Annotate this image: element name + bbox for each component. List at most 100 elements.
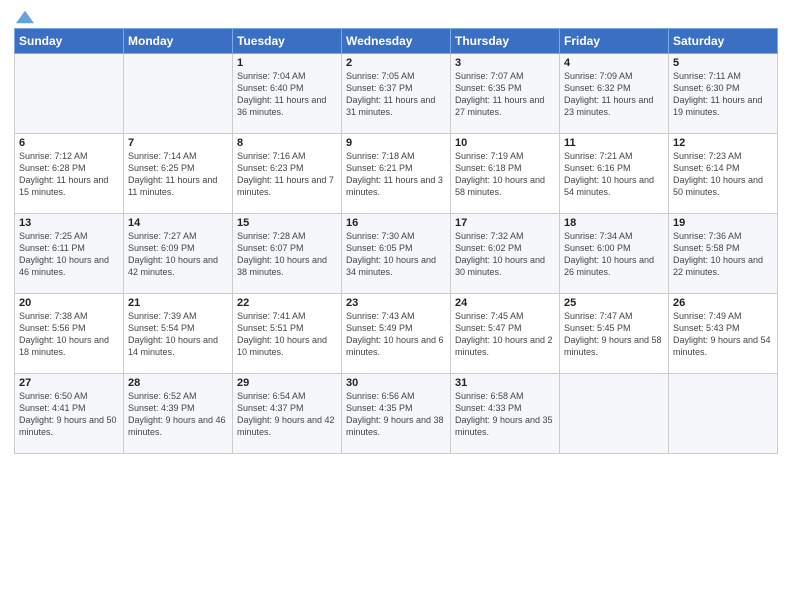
day-info: Sunrise: 7:34 AM Sunset: 6:00 PM Dayligh… xyxy=(564,230,664,279)
calendar-cell: 15Sunrise: 7:28 AM Sunset: 6:07 PM Dayli… xyxy=(233,214,342,294)
day-number: 5 xyxy=(673,57,773,69)
day-number: 24 xyxy=(455,297,555,309)
day-number: 23 xyxy=(346,297,446,309)
day-number: 31 xyxy=(455,377,555,389)
calendar-week-row: 20Sunrise: 7:38 AM Sunset: 5:56 PM Dayli… xyxy=(15,294,778,374)
calendar-cell: 13Sunrise: 7:25 AM Sunset: 6:11 PM Dayli… xyxy=(15,214,124,294)
calendar-cell: 7Sunrise: 7:14 AM Sunset: 6:25 PM Daylig… xyxy=(124,134,233,214)
day-number: 27 xyxy=(19,377,119,389)
calendar-cell: 4Sunrise: 7:09 AM Sunset: 6:32 PM Daylig… xyxy=(560,54,669,134)
day-info: Sunrise: 7:19 AM Sunset: 6:18 PM Dayligh… xyxy=(455,150,555,199)
day-header-friday: Friday xyxy=(560,29,669,54)
calendar-cell: 22Sunrise: 7:41 AM Sunset: 5:51 PM Dayli… xyxy=(233,294,342,374)
day-number: 20 xyxy=(19,297,119,309)
day-number: 19 xyxy=(673,217,773,229)
day-info: Sunrise: 7:11 AM Sunset: 6:30 PM Dayligh… xyxy=(673,70,773,119)
calendar-cell xyxy=(15,54,124,134)
calendar-week-row: 13Sunrise: 7:25 AM Sunset: 6:11 PM Dayli… xyxy=(15,214,778,294)
calendar-cell: 12Sunrise: 7:23 AM Sunset: 6:14 PM Dayli… xyxy=(669,134,778,214)
calendar-cell: 1Sunrise: 7:04 AM Sunset: 6:40 PM Daylig… xyxy=(233,54,342,134)
calendar-cell: 29Sunrise: 6:54 AM Sunset: 4:37 PM Dayli… xyxy=(233,374,342,454)
day-info: Sunrise: 7:07 AM Sunset: 6:35 PM Dayligh… xyxy=(455,70,555,119)
calendar-cell: 17Sunrise: 7:32 AM Sunset: 6:02 PM Dayli… xyxy=(451,214,560,294)
day-number: 1 xyxy=(237,57,337,69)
day-info: Sunrise: 7:41 AM Sunset: 5:51 PM Dayligh… xyxy=(237,310,337,359)
day-number: 7 xyxy=(128,137,228,149)
day-info: Sunrise: 7:43 AM Sunset: 5:49 PM Dayligh… xyxy=(346,310,446,359)
day-number: 10 xyxy=(455,137,555,149)
logo xyxy=(14,10,34,24)
day-number: 28 xyxy=(128,377,228,389)
day-number: 4 xyxy=(564,57,664,69)
day-header-thursday: Thursday xyxy=(451,29,560,54)
header xyxy=(14,10,778,24)
day-number: 13 xyxy=(19,217,119,229)
day-info: Sunrise: 6:52 AM Sunset: 4:39 PM Dayligh… xyxy=(128,390,228,439)
day-info: Sunrise: 6:56 AM Sunset: 4:35 PM Dayligh… xyxy=(346,390,446,439)
day-number: 21 xyxy=(128,297,228,309)
calendar-cell xyxy=(669,374,778,454)
calendar-cell: 3Sunrise: 7:07 AM Sunset: 6:35 PM Daylig… xyxy=(451,54,560,134)
day-info: Sunrise: 7:27 AM Sunset: 6:09 PM Dayligh… xyxy=(128,230,228,279)
day-info: Sunrise: 7:09 AM Sunset: 6:32 PM Dayligh… xyxy=(564,70,664,119)
calendar-cell: 20Sunrise: 7:38 AM Sunset: 5:56 PM Dayli… xyxy=(15,294,124,374)
calendar-header-row: SundayMondayTuesdayWednesdayThursdayFrid… xyxy=(15,29,778,54)
calendar-cell: 23Sunrise: 7:43 AM Sunset: 5:49 PM Dayli… xyxy=(342,294,451,374)
calendar-cell: 8Sunrise: 7:16 AM Sunset: 6:23 PM Daylig… xyxy=(233,134,342,214)
day-info: Sunrise: 7:49 AM Sunset: 5:43 PM Dayligh… xyxy=(673,310,773,359)
day-info: Sunrise: 7:21 AM Sunset: 6:16 PM Dayligh… xyxy=(564,150,664,199)
day-header-saturday: Saturday xyxy=(669,29,778,54)
calendar-cell: 5Sunrise: 7:11 AM Sunset: 6:30 PM Daylig… xyxy=(669,54,778,134)
day-header-monday: Monday xyxy=(124,29,233,54)
day-number: 15 xyxy=(237,217,337,229)
calendar-cell: 11Sunrise: 7:21 AM Sunset: 6:16 PM Dayli… xyxy=(560,134,669,214)
day-info: Sunrise: 6:50 AM Sunset: 4:41 PM Dayligh… xyxy=(19,390,119,439)
logo-icon xyxy=(16,10,34,24)
day-info: Sunrise: 7:39 AM Sunset: 5:54 PM Dayligh… xyxy=(128,310,228,359)
day-number: 12 xyxy=(673,137,773,149)
day-info: Sunrise: 7:25 AM Sunset: 6:11 PM Dayligh… xyxy=(19,230,119,279)
day-number: 3 xyxy=(455,57,555,69)
day-number: 30 xyxy=(346,377,446,389)
calendar-cell: 21Sunrise: 7:39 AM Sunset: 5:54 PM Dayli… xyxy=(124,294,233,374)
day-info: Sunrise: 7:30 AM Sunset: 6:05 PM Dayligh… xyxy=(346,230,446,279)
calendar-cell: 18Sunrise: 7:34 AM Sunset: 6:00 PM Dayli… xyxy=(560,214,669,294)
day-number: 17 xyxy=(455,217,555,229)
calendar-cell: 31Sunrise: 6:58 AM Sunset: 4:33 PM Dayli… xyxy=(451,374,560,454)
day-info: Sunrise: 7:14 AM Sunset: 6:25 PM Dayligh… xyxy=(128,150,228,199)
calendar-cell: 16Sunrise: 7:30 AM Sunset: 6:05 PM Dayli… xyxy=(342,214,451,294)
calendar-cell: 10Sunrise: 7:19 AM Sunset: 6:18 PM Dayli… xyxy=(451,134,560,214)
day-info: Sunrise: 7:05 AM Sunset: 6:37 PM Dayligh… xyxy=(346,70,446,119)
day-number: 16 xyxy=(346,217,446,229)
page: SundayMondayTuesdayWednesdayThursdayFrid… xyxy=(0,0,792,612)
calendar-cell: 2Sunrise: 7:05 AM Sunset: 6:37 PM Daylig… xyxy=(342,54,451,134)
day-number: 29 xyxy=(237,377,337,389)
calendar-cell: 25Sunrise: 7:47 AM Sunset: 5:45 PM Dayli… xyxy=(560,294,669,374)
calendar-cell: 6Sunrise: 7:12 AM Sunset: 6:28 PM Daylig… xyxy=(15,134,124,214)
day-info: Sunrise: 7:45 AM Sunset: 5:47 PM Dayligh… xyxy=(455,310,555,359)
day-info: Sunrise: 7:47 AM Sunset: 5:45 PM Dayligh… xyxy=(564,310,664,359)
calendar-cell xyxy=(560,374,669,454)
day-info: Sunrise: 7:38 AM Sunset: 5:56 PM Dayligh… xyxy=(19,310,119,359)
day-number: 9 xyxy=(346,137,446,149)
day-number: 6 xyxy=(19,137,119,149)
day-number: 14 xyxy=(128,217,228,229)
day-number: 2 xyxy=(346,57,446,69)
day-header-wednesday: Wednesday xyxy=(342,29,451,54)
day-header-sunday: Sunday xyxy=(15,29,124,54)
day-number: 18 xyxy=(564,217,664,229)
day-header-tuesday: Tuesday xyxy=(233,29,342,54)
calendar-cell: 14Sunrise: 7:27 AM Sunset: 6:09 PM Dayli… xyxy=(124,214,233,294)
calendar-cell: 24Sunrise: 7:45 AM Sunset: 5:47 PM Dayli… xyxy=(451,294,560,374)
calendar-cell: 26Sunrise: 7:49 AM Sunset: 5:43 PM Dayli… xyxy=(669,294,778,374)
calendar-cell: 19Sunrise: 7:36 AM Sunset: 5:58 PM Dayli… xyxy=(669,214,778,294)
day-number: 26 xyxy=(673,297,773,309)
day-number: 22 xyxy=(237,297,337,309)
calendar-week-row: 1Sunrise: 7:04 AM Sunset: 6:40 PM Daylig… xyxy=(15,54,778,134)
day-info: Sunrise: 7:32 AM Sunset: 6:02 PM Dayligh… xyxy=(455,230,555,279)
day-info: Sunrise: 6:54 AM Sunset: 4:37 PM Dayligh… xyxy=(237,390,337,439)
day-info: Sunrise: 7:36 AM Sunset: 5:58 PM Dayligh… xyxy=(673,230,773,279)
day-info: Sunrise: 7:28 AM Sunset: 6:07 PM Dayligh… xyxy=(237,230,337,279)
day-number: 11 xyxy=(564,137,664,149)
day-info: Sunrise: 7:16 AM Sunset: 6:23 PM Dayligh… xyxy=(237,150,337,199)
